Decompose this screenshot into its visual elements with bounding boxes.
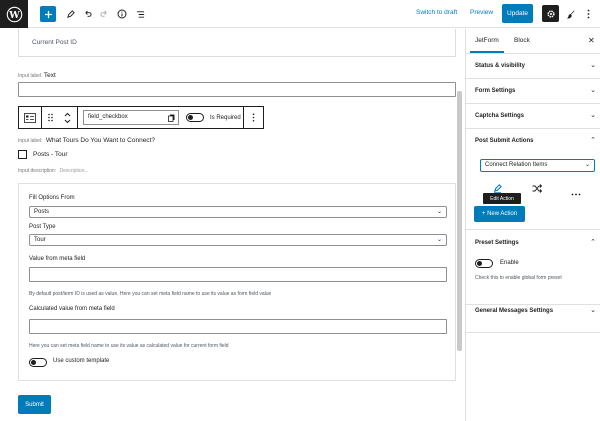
- posts-tour-checkbox[interactable]: [18, 150, 27, 159]
- status-visibility-title: Status & visibility: [475, 63, 526, 69]
- tab-block[interactable]: Block: [514, 37, 530, 44]
- custom-template-label: Use custom template: [53, 358, 110, 364]
- new-action-button[interactable]: + New Action: [474, 206, 525, 222]
- editor-scrollbar[interactable]: [457, 91, 462, 351]
- list-view-icon[interactable]: [134, 5, 146, 23]
- chevron-down-icon: ⌄: [590, 87, 596, 94]
- block-toolbar: field_checkbox Is Required: [18, 106, 264, 129]
- checkbox-field-label[interactable]: What Tours Do You Want to Connect?: [46, 137, 155, 144]
- settings-sidebar: JetForm Block ✕ Status & visibility ⌄ Fo…: [465, 29, 600, 421]
- description-prefix: Input description:: [18, 168, 57, 174]
- options-panel: Fill Options From Posts ⌄ Post Type Tour…: [18, 183, 456, 381]
- preview-link[interactable]: Preview: [470, 9, 493, 16]
- top-toolbar: W Switch to draft Preview Update: [0, 0, 600, 28]
- styles-brush-icon[interactable]: [565, 5, 577, 23]
- checkbox-description: Input description: Description...: [18, 168, 89, 174]
- switch-to-draft-link[interactable]: Switch to draft: [416, 9, 457, 16]
- editor-canvas: Current Post ID Input label: Text field_…: [0, 29, 465, 421]
- input-label-prefix: Input label:: [18, 73, 43, 79]
- drag-handle-icon[interactable]: [47, 113, 53, 122]
- current-post-id-field[interactable]: Current Post ID: [18, 29, 456, 57]
- gear-icon[interactable]: [542, 5, 559, 22]
- text-input-label: Input label: Text: [18, 72, 56, 79]
- chevron-down-icon: ⌄: [584, 162, 590, 168]
- checkbox-label-prefix: Input label:: [18, 138, 43, 144]
- preset-enable-toggle[interactable]: [475, 259, 493, 268]
- redo-icon[interactable]: [98, 5, 110, 23]
- is-required-label: Is Required: [210, 114, 241, 121]
- general-messages-section[interactable]: General Messages Settings ⌄: [466, 305, 600, 333]
- edit-action-tooltip: Edit Action: [483, 193, 521, 204]
- field-name-input[interactable]: field_checkbox: [83, 110, 179, 125]
- form-settings-section[interactable]: Form Settings ⌄: [466, 79, 600, 104]
- block-type-button[interactable]: [19, 107, 42, 128]
- edit-pencil-icon[interactable]: [64, 5, 76, 23]
- calc-meta-help: Here you can set meta field name to use …: [29, 343, 229, 349]
- action-type-select[interactable]: Connect Relation Items ⌄: [480, 159, 595, 172]
- fill-options-label: Fill Options From: [29, 195, 75, 201]
- form-settings-title: Form Settings: [475, 88, 516, 94]
- custom-template-toggle[interactable]: [29, 358, 47, 367]
- preset-settings-section: Preset Settings ⌃ Enable Check this to e…: [466, 230, 600, 305]
- value-meta-input[interactable]: [29, 267, 447, 282]
- wordpress-logo-icon[interactable]: W: [0, 0, 28, 28]
- drag-move-controls: [42, 107, 78, 128]
- post-type-label: Post Type: [29, 224, 56, 230]
- field-name-value: field_checkbox: [88, 114, 128, 120]
- fill-options-value: Posts: [34, 209, 50, 215]
- post-submit-actions-title[interactable]: Post Submit Actions: [475, 138, 533, 144]
- calc-meta-input[interactable]: [29, 319, 447, 334]
- more-options-icon[interactable]: [583, 5, 593, 23]
- posts-tour-option-label: Posts - Tour: [33, 151, 68, 158]
- status-visibility-section[interactable]: Status & visibility ⌄: [466, 54, 600, 79]
- close-icon[interactable]: ✕: [588, 36, 595, 45]
- action-type-value: Connect Relation Items: [485, 162, 548, 168]
- value-meta-label: Value from meta field: [29, 256, 86, 262]
- svg-text:W: W: [8, 10, 20, 21]
- add-block-button[interactable]: [40, 6, 56, 22]
- undo-icon[interactable]: [81, 5, 93, 23]
- preset-enable-label: Enable: [500, 260, 519, 266]
- current-post-id-label: Current Post ID: [32, 39, 77, 46]
- chevron-up-icon[interactable]: ⌃: [590, 136, 596, 144]
- post-type-value: Tour: [34, 237, 46, 243]
- chevron-down-icon: ⌄: [590, 307, 596, 314]
- tab-jetform[interactable]: JetForm: [470, 37, 504, 53]
- chevron-down-icon: ⌄: [436, 237, 442, 243]
- info-icon[interactable]: [116, 5, 128, 23]
- preset-settings-title[interactable]: Preset Settings: [475, 240, 519, 246]
- captcha-settings-section[interactable]: Captcha Settings ⌄: [466, 104, 600, 129]
- move-up-down-icon[interactable]: [64, 112, 71, 124]
- update-button[interactable]: Update: [502, 4, 533, 23]
- field-settings-segment: field_checkbox Is Required: [78, 107, 244, 128]
- checkbox-input-label: Input label: What Tours Do You Want to C…: [18, 137, 155, 144]
- chevron-up-icon[interactable]: ⌃: [590, 238, 596, 246]
- captcha-settings-title: Captcha Settings: [475, 113, 525, 119]
- chevron-down-icon: ⌄: [590, 62, 596, 69]
- required-toggle[interactable]: [186, 113, 204, 122]
- fill-options-select[interactable]: Posts ⌄: [29, 206, 447, 218]
- sidebar-tabs: JetForm Block ✕: [466, 29, 600, 54]
- block-more-options-icon[interactable]: [244, 107, 263, 128]
- conditions-shuffle-icon[interactable]: [532, 180, 543, 198]
- submit-button[interactable]: Submit: [18, 395, 51, 414]
- value-meta-help: By default post/term ID is used as value…: [29, 291, 272, 297]
- chevron-down-icon: ⌄: [436, 209, 442, 215]
- post-type-select[interactable]: Tour ⌄: [29, 234, 447, 246]
- description-placeholder[interactable]: Description...: [59, 168, 88, 174]
- chevron-down-icon: ⌄: [590, 112, 596, 119]
- text-input[interactable]: [18, 82, 456, 97]
- action-more-options-icon[interactable]: [571, 183, 581, 201]
- text-field-label[interactable]: Text: [44, 72, 56, 79]
- general-messages-title: General Messages Settings: [475, 308, 554, 314]
- copy-icon[interactable]: [168, 114, 175, 122]
- preset-help-text: Check this to enable global form preset: [475, 275, 562, 281]
- calc-meta-label: Calculated value from meta field: [29, 306, 115, 312]
